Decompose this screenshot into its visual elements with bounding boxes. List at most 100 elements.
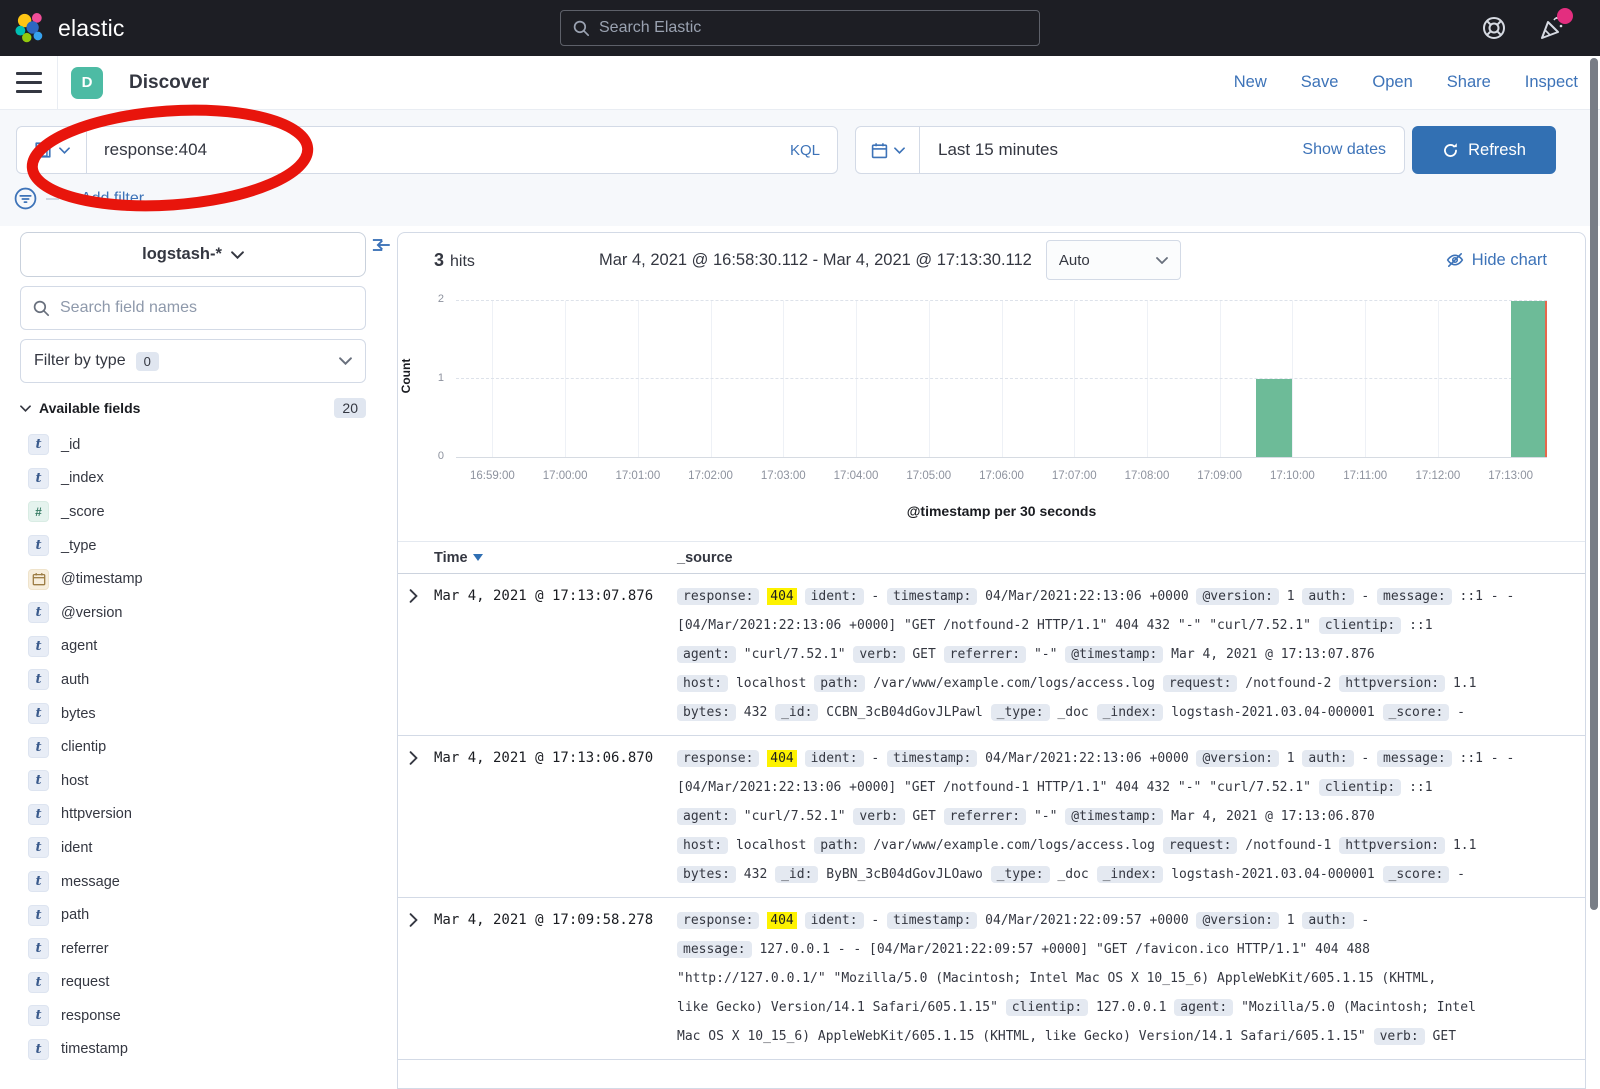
x-tick-label: 17:09:00 <box>1197 470 1242 482</box>
expand-row-button[interactable] <box>408 589 434 603</box>
text-field-icon: t <box>28 636 49 657</box>
field-item-_score[interactable]: #_score <box>20 495 376 529</box>
share-button[interactable]: Share <box>1447 73 1491 92</box>
field-item-httpversion[interactable]: thttpversion <box>20 798 376 832</box>
field-item-path[interactable]: tpath <box>20 898 376 932</box>
field-name: host <box>61 773 88 789</box>
y-gridline <box>456 300 1547 301</box>
documents-table: Time _source Mar 4, 2021 @ 17:13:07.876r… <box>398 541 1585 1060</box>
x-gridline <box>1002 301 1003 457</box>
text-field-icon: t <box>28 905 49 926</box>
time-range-value[interactable]: Last 15 minutes <box>920 140 1058 160</box>
source-value: "curl/7.52.1" <box>744 809 846 824</box>
newsfeed-party-popper-icon[interactable] <box>1538 14 1566 42</box>
date-picker[interactable]: Last 15 minutes Show dates <box>855 126 1405 174</box>
source-value: Mar 4, 2021 @ 17:13:07.876 <box>1171 647 1375 662</box>
expand-row-button[interactable] <box>408 751 434 765</box>
source-value: ByBN_3cB04dGovJLOawo <box>826 867 983 882</box>
menu-hamburger-icon[interactable] <box>16 72 42 93</box>
x-gridline <box>638 301 639 457</box>
highlighted-value: 404 <box>767 588 796 605</box>
date-quick-select-button[interactable] <box>856 127 920 173</box>
x-gridline <box>565 301 566 457</box>
field-item-auth[interactable]: tauth <box>20 663 376 697</box>
global-search-input[interactable]: Search Elastic <box>560 10 1040 46</box>
vertical-scrollbar[interactable] <box>1590 58 1598 910</box>
field-item-@timestamp[interactable]: @timestamp <box>20 562 376 596</box>
refresh-button[interactable]: Refresh <box>1412 126 1556 174</box>
histogram-bar[interactable] <box>1256 379 1292 457</box>
open-button[interactable]: Open <box>1372 73 1412 92</box>
query-text[interactable]: response:404 <box>87 140 790 160</box>
table-header: Time _source <box>398 541 1585 574</box>
filter-by-type-dropdown[interactable]: Filter by type 0 <box>20 339 366 383</box>
source-field-badge: host: <box>677 675 728 692</box>
inspect-button[interactable]: Inspect <box>1525 73 1578 92</box>
source-field-badge: ident: <box>805 588 864 605</box>
source-field-badge: clientip: <box>1319 779 1401 796</box>
x-tick-label: 17:10:00 <box>1270 470 1315 482</box>
expand-row-button[interactable] <box>408 913 434 927</box>
filter-type-count-badge: 0 <box>136 352 159 371</box>
field-item-response[interactable]: tresponse <box>20 999 376 1033</box>
field-item-_type[interactable]: t_type <box>20 529 376 563</box>
source-line: like Gecko) Version/14.1 Safari/605.1.15… <box>677 993 1555 1022</box>
field-item-agent[interactable]: tagent <box>20 630 376 664</box>
help-icon[interactable] <box>1480 14 1508 42</box>
saved-query-menu-button[interactable] <box>17 127 87 173</box>
current-time-marker <box>1545 301 1547 457</box>
new-button[interactable]: New <box>1234 73 1267 92</box>
field-item-clientip[interactable]: tclientip <box>20 730 376 764</box>
source-line: host: localhost path: /var/www/example.c… <box>677 669 1555 698</box>
source-column-header: _source <box>677 550 733 566</box>
source-value: Mar 4, 2021 @ 17:13:06.870 <box>1171 809 1375 824</box>
source-value: "http://127.0.0.1/" "Mozilla/5.0 (Macint… <box>677 971 1436 986</box>
chart-time-range: Mar 4, 2021 @ 16:58:30.112 - Mar 4, 2021… <box>599 251 1032 270</box>
hits-counter: 3 hits <box>434 250 599 271</box>
field-item-bytes[interactable]: tbytes <box>20 697 376 731</box>
field-item-@version[interactable]: t@version <box>20 596 376 630</box>
source-value: like Gecko) Version/14.1 Safari/605.1.15… <box>677 1000 998 1015</box>
interval-select[interactable]: Auto <box>1046 240 1181 280</box>
source-field-badge: request: <box>1163 675 1238 692</box>
query-language-button[interactable]: KQL <box>790 142 837 159</box>
text-field-icon: t <box>28 703 49 724</box>
field-search-input[interactable]: Search field names <box>20 286 366 330</box>
histogram-bar[interactable] <box>1511 301 1547 457</box>
show-dates-button[interactable]: Show dates <box>1302 141 1404 159</box>
add-filter-button[interactable]: + Add filter <box>68 190 144 208</box>
source-value: logstash-2021.03.04-000001 <box>1171 705 1375 720</box>
chevron-down-icon <box>1156 257 1168 264</box>
field-item-ident[interactable]: tident <box>20 831 376 865</box>
source-field-badge: agent: <box>677 808 736 825</box>
source-value: 04/Mar/2021:22:13:06 +0000 <box>985 589 1189 604</box>
source-value: localhost <box>736 838 806 853</box>
text-field-icon: t <box>28 770 49 791</box>
table-row: Mar 4, 2021 @ 17:13:07.876response: 404 … <box>398 574 1585 736</box>
source-field-badge: _score: <box>1383 704 1450 721</box>
hide-chart-button[interactable]: Hide chart <box>1446 251 1547 270</box>
discover-app-badge[interactable]: D <box>71 67 103 99</box>
field-item-timestamp[interactable]: ttimestamp <box>20 1033 376 1067</box>
field-item-referrer[interactable]: treferrer <box>20 932 376 966</box>
query-input[interactable]: response:404 KQL <box>16 126 838 174</box>
available-fields-header[interactable]: Available fields 20 <box>20 398 366 418</box>
field-item-request[interactable]: trequest <box>20 966 376 1000</box>
source-field-badge: response: <box>677 912 759 929</box>
index-pattern-selector[interactable]: logstash-* <box>20 232 366 277</box>
doc-source: response: 404 ident: - timestamp: 04/Mar… <box>677 582 1585 727</box>
source-field-badge: _id: <box>775 866 818 883</box>
source-value: - <box>1361 913 1369 928</box>
source-value: 432 <box>744 705 767 720</box>
field-item-host[interactable]: thost <box>20 764 376 798</box>
source-value: /var/www/example.com/logs/access.log <box>873 676 1155 691</box>
collapse-sidebar-icon[interactable] <box>371 235 391 255</box>
source-value: CCBN_3cB04dGovJLPawl <box>826 705 983 720</box>
field-item-message[interactable]: tmessage <box>20 865 376 899</box>
time-column-header[interactable]: Time <box>434 550 677 566</box>
field-item-_index[interactable]: t_index <box>20 462 376 496</box>
save-button[interactable]: Save <box>1301 73 1339 92</box>
text-field-icon: t <box>28 938 49 959</box>
field-item-_id[interactable]: t_id <box>20 428 376 462</box>
filter-icon[interactable] <box>14 187 37 210</box>
